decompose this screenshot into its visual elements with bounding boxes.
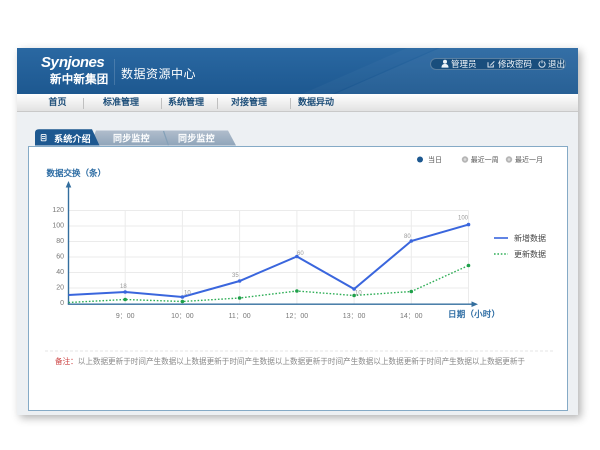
svg-text:日期（小时）: 日期（小时） (448, 309, 500, 319)
svg-text:100: 100 (458, 216, 469, 222)
svg-text:35: 35 (232, 273, 239, 279)
svg-text:11：00: 11：00 (229, 313, 251, 320)
svg-text:60: 60 (56, 254, 64, 261)
svg-text:同步监控: 同步监控 (178, 133, 215, 144)
svg-text:12：00: 12：00 (286, 313, 309, 320)
svg-text:系统介绍: 系统介绍 (54, 133, 91, 144)
svg-text:80: 80 (56, 238, 64, 245)
svg-text:数据交换（条）: 数据交换（条） (47, 168, 107, 178)
svg-text:80: 80 (404, 234, 411, 240)
svg-text:当日: 当日 (428, 155, 442, 164)
svg-text:10：00: 10：00 (171, 313, 194, 320)
svg-text:120: 120 (52, 207, 64, 214)
svg-text:18: 18 (120, 284, 127, 290)
svg-text:60: 60 (297, 251, 304, 257)
svg-text:0: 0 (60, 300, 64, 307)
svg-text:9：00: 9：00 (116, 313, 135, 320)
svg-text:最近一周: 最近一周 (471, 155, 499, 164)
svg-text:100: 100 (52, 223, 64, 230)
svg-text:40: 40 (56, 269, 64, 276)
svg-text:13：00: 13：00 (343, 313, 366, 320)
svg-text:最近一月: 最近一月 (515, 155, 543, 164)
svg-text:同步监控: 同步监控 (113, 133, 150, 144)
svg-text:20: 20 (56, 285, 64, 292)
svg-text:备注：以上数据更新于时间产生数据以上数据更新于时间产生数据以: 备注：以上数据更新于时间产生数据以上数据更新于时间产生数据以上数据更新于时间产生… (55, 356, 525, 366)
svg-text:10: 10 (355, 291, 362, 297)
svg-text:更新数据: 更新数据 (514, 249, 546, 259)
svg-text:10: 10 (184, 291, 191, 297)
svg-text:14：00: 14：00 (400, 313, 423, 320)
svg-text:新增数据: 新增数据 (514, 233, 546, 243)
